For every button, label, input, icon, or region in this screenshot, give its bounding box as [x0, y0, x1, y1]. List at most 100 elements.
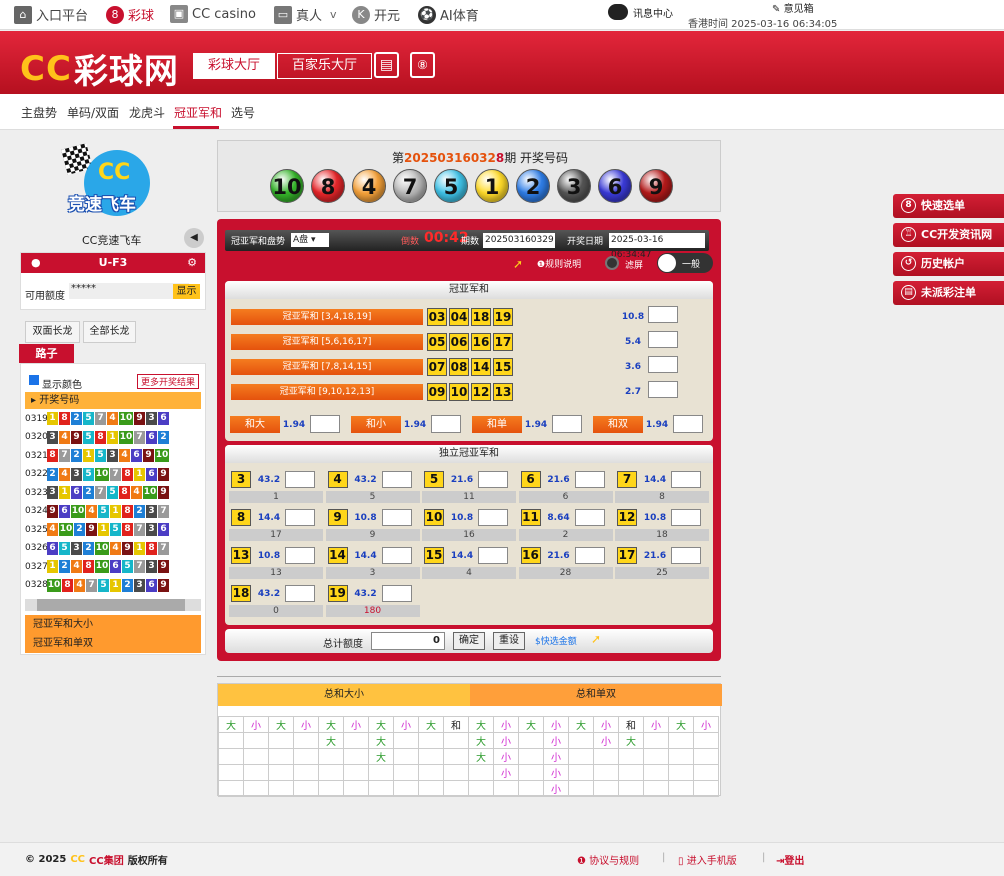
combo-amount-input[interactable] — [648, 331, 678, 348]
topnav-live[interactable]: ▭ 真人 v — [274, 5, 337, 24]
wand-icon: ➚ — [591, 632, 602, 646]
single-amount-input[interactable] — [478, 471, 508, 488]
two-side-amount-input[interactable] — [552, 415, 582, 433]
confirm-button[interactable]: 确定 — [453, 632, 485, 650]
topnav-home[interactable]: ⌂ 入口平台 — [14, 5, 88, 24]
trend-cell — [343, 732, 369, 749]
quick-menu-button[interactable]: 8 快速选单 — [893, 194, 1004, 218]
two-side-odds: 1.94 — [282, 420, 306, 430]
trend-header-parity[interactable]: 总和单双 — [470, 684, 722, 706]
rules-link[interactable]: ❶规则说明 — [537, 257, 581, 270]
tab-road[interactable]: 路子 — [19, 344, 74, 363]
two-side-amount-input[interactable] — [310, 415, 340, 433]
tab-two-side-long[interactable]: 双面长龙 — [25, 321, 80, 343]
game-name: CC竞速飞车 — [82, 234, 142, 247]
rules-footer-link[interactable]: ❶ 协议与规则 — [577, 852, 639, 867]
gear-icon[interactable]: ⚙ — [187, 253, 197, 273]
history-button[interactable]: ↺ 历史帐户 — [893, 252, 1004, 276]
topnav-kaiyuan[interactable]: K 开元 — [352, 5, 400, 24]
draw-period: 0325 — [25, 524, 48, 535]
unsettled-button[interactable]: ▤ 未派彩注单 — [893, 281, 1004, 305]
single-amount-input[interactable] — [285, 509, 315, 526]
combo-amount-input[interactable] — [648, 306, 678, 323]
trend-cell: 小 — [493, 764, 519, 781]
combo-odds: 3.6 — [625, 362, 641, 372]
subnav-sum[interactable]: 冠亚军和 — [174, 104, 222, 121]
trend-header-size[interactable]: 总和大小 — [218, 684, 470, 706]
draw-number: 10 — [47, 578, 61, 592]
site-logo[interactable]: CC 彩球网 — [20, 44, 179, 93]
single-amount-input[interactable] — [381, 547, 412, 564]
feedback-link[interactable]: ✎ 意见箱 — [772, 0, 814, 15]
combo-amount-input[interactable] — [648, 356, 678, 373]
trend-cell — [668, 764, 694, 781]
speaker-icon[interactable]: ◀ — [184, 228, 204, 248]
tab-all-long[interactable]: 全部长龙 — [83, 321, 136, 343]
single-amount-input[interactable] — [285, 547, 315, 564]
document-icon[interactable]: ▤ — [374, 52, 399, 78]
single-amount-input[interactable] — [381, 471, 412, 488]
topnav-sports[interactable]: ⚽ AI体育 — [418, 5, 479, 24]
subnav-single[interactable]: 单码/双面 — [67, 104, 119, 121]
message-center[interactable]: 讯息中心 — [608, 4, 673, 20]
single-amount-input[interactable] — [381, 585, 412, 602]
two-side-amount-input[interactable] — [673, 415, 703, 433]
result-ball: 5 — [434, 169, 468, 203]
draw-number: 6 — [110, 560, 121, 573]
show-color-checkbox[interactable] — [29, 375, 39, 385]
hall-lottery-button[interactable]: 彩球大厅 — [193, 53, 276, 79]
quick-amount-link[interactable]: $快选金额 — [535, 634, 577, 647]
subnav-dragon[interactable]: 龙虎斗 — [129, 104, 165, 121]
draw-number: 10 — [119, 412, 133, 425]
single-amount-input[interactable] — [285, 471, 315, 488]
draw-number: 8 — [47, 449, 58, 462]
single-amount-input[interactable] — [381, 509, 412, 526]
single-amount-input[interactable] — [574, 471, 605, 488]
topnav-casino[interactable]: ▣ CC casino — [170, 5, 256, 23]
subnav-pick[interactable]: 选号 — [231, 104, 255, 121]
trend-cell: 大 — [268, 716, 294, 733]
mode-toggle[interactable]: 一般 — [657, 253, 713, 273]
missing-count: 18 — [615, 529, 709, 541]
topnav-caiqiu[interactable]: 8 彩球 — [106, 5, 154, 24]
draw-number: 6 — [146, 430, 157, 444]
subnav-main[interactable]: 主盘势 — [21, 104, 57, 121]
draw-number: 10 — [95, 541, 109, 555]
single-amount-input[interactable] — [671, 547, 701, 564]
trend-cell — [218, 732, 244, 749]
draw-number: 2 — [59, 560, 70, 573]
draw-number: 10 — [155, 449, 169, 462]
scrollbar[interactable] — [25, 599, 201, 611]
single-amount-input[interactable] — [671, 471, 701, 488]
total-input[interactable]: 0 — [371, 632, 445, 650]
single-odds: 43.2 — [257, 475, 281, 485]
single-amount-input[interactable] — [574, 547, 605, 564]
single-amount-input[interactable] — [671, 509, 701, 526]
single-amount-input[interactable] — [478, 547, 508, 564]
cc-news-button[interactable]: ♖ CC开发资讯网 — [893, 223, 1004, 247]
trend-cell: 小 — [693, 716, 719, 733]
trend-row: 小 — [218, 780, 719, 797]
logout-link[interactable]: ⇥登出 — [776, 852, 804, 867]
draw-row: 0321 8 7 2 1 5 3 4 6 9 10 — [25, 449, 169, 462]
single-amount-input[interactable] — [478, 509, 508, 526]
more-results-link[interactable]: 更多开奖结果 — [137, 374, 200, 389]
draw-number: 1 — [107, 430, 118, 444]
single-amount-input[interactable] — [285, 585, 315, 602]
draw-row: 0319 1 8 2 5 7 4 10 9 3 6 — [25, 412, 169, 425]
combo-number: 03 — [427, 308, 447, 326]
show-balance-button[interactable]: 显示 — [173, 284, 200, 299]
link-sum-odd-even[interactable]: 冠亚军和单双 — [25, 634, 201, 653]
link-sum-size[interactable]: 冠亚军和大小 — [25, 615, 201, 634]
ball-icon-button[interactable]: ⑧ — [410, 52, 435, 78]
road-panel: 显示颜色 更多开奖结果 ▸ 开奖号码 0319 1 8 2 5 7 4 10 9 3 6 0320 3 4… — [20, 363, 206, 655]
two-side-amount-input[interactable] — [431, 415, 461, 433]
reset-button[interactable]: 重设 — [493, 632, 525, 650]
combo-amount-input[interactable] — [648, 381, 678, 398]
single-number: 16 — [520, 547, 541, 564]
hall-baccarat-button[interactable]: 百家乐大厅 — [277, 53, 373, 79]
plate-select[interactable]: A盘 ▾ — [291, 233, 329, 247]
mobile-link[interactable]: ▯ 进入手机版 — [678, 852, 737, 867]
single-amount-input[interactable] — [574, 509, 605, 526]
filter-icon[interactable] — [605, 256, 619, 270]
